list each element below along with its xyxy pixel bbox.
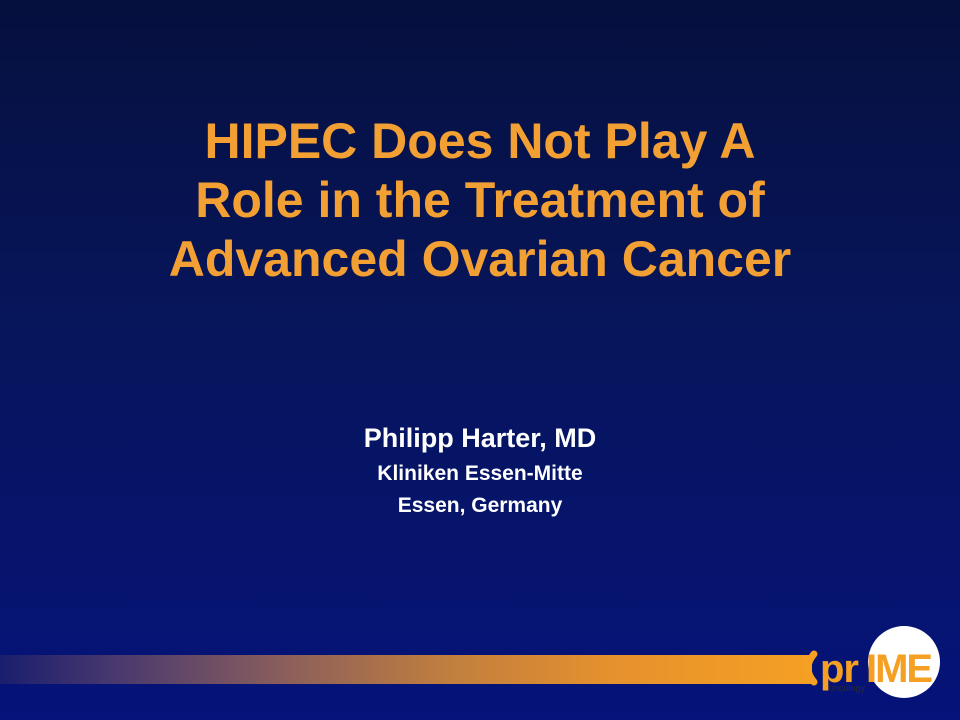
presenter-institution: Kliniken Essen-Mitte bbox=[377, 462, 583, 485]
presenter-location: Essen, Germany bbox=[397, 494, 563, 517]
svg-text:oncology: oncology bbox=[829, 683, 866, 693]
prime-oncology-logo: pr IME oncology bbox=[800, 624, 950, 704]
presenter-name: Philipp Harter, MD bbox=[363, 423, 597, 453]
slide-title: HIPEC Does Not Play A Role in the Treatm… bbox=[0, 112, 960, 289]
title-line-3: Advanced Ovarian Cancer bbox=[168, 231, 792, 287]
svg-text:IME: IME bbox=[866, 647, 932, 691]
logo-graphic: pr IME oncology bbox=[804, 626, 940, 698]
title-line-2: Role in the Treatment of bbox=[195, 172, 765, 228]
presenter-block: Philipp Harter, MD Kliniken Essen-Mitte … bbox=[0, 418, 960, 522]
gradient-footer-bar bbox=[0, 655, 812, 684]
title-line-1: HIPEC Does Not Play A bbox=[204, 113, 756, 169]
slide: HIPEC Does Not Play A Role in the Treatm… bbox=[0, 0, 960, 720]
